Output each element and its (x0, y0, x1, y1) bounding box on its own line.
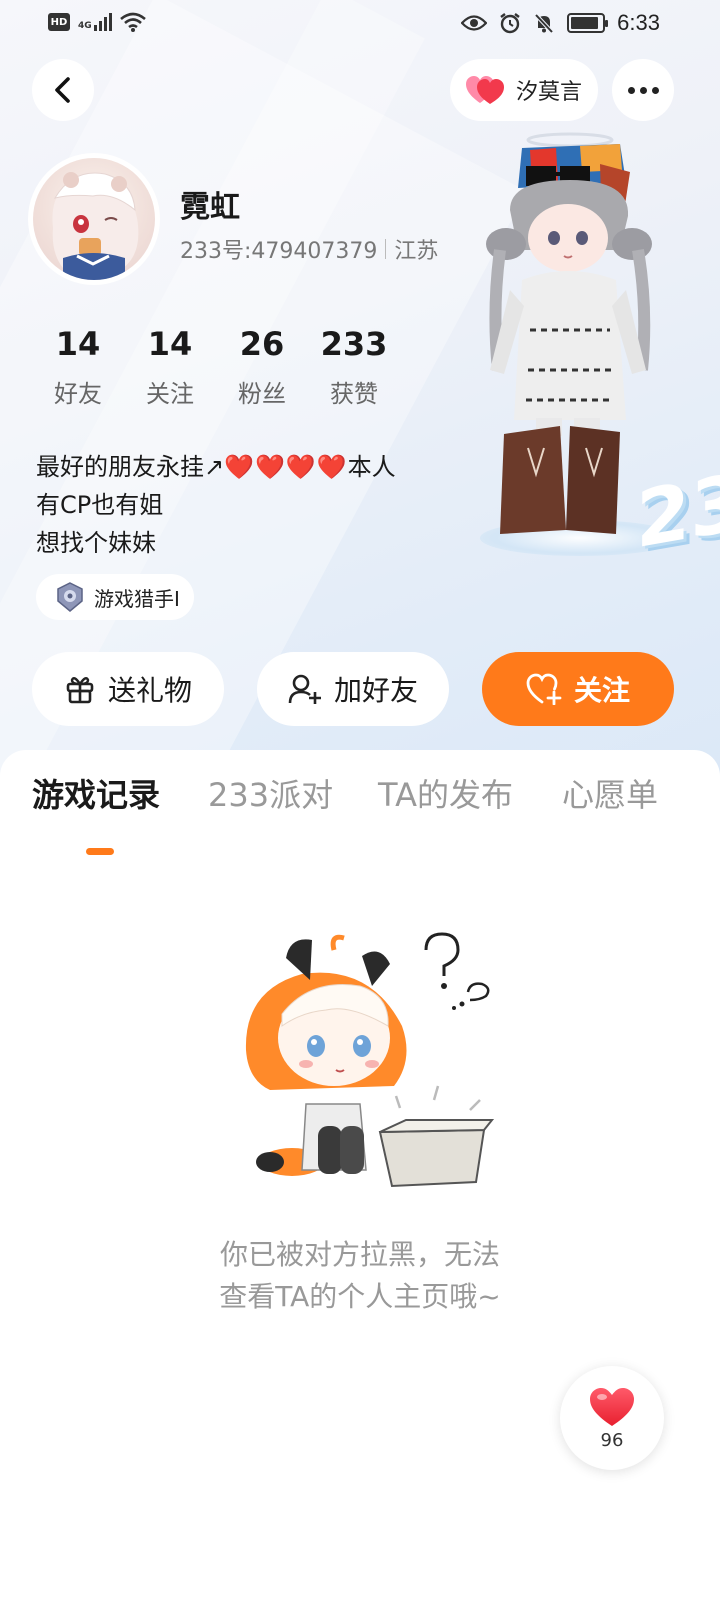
uid-row: 233号:479407379 江苏 (180, 233, 438, 265)
add-friend-button[interactable]: 加好友 (257, 652, 449, 726)
bio-line-2: 有CP也有姐 (36, 491, 164, 519)
battery-level (571, 17, 599, 29)
mute-bell-icon (534, 13, 554, 34)
stat-value: 26 (239, 325, 285, 363)
stat-value: 233 (320, 325, 388, 363)
eye-icon (461, 15, 488, 31)
heart-emojis: ❤️❤️❤️❤️ (224, 453, 348, 481)
more-button[interactable] (612, 59, 674, 121)
network-type: 4G (78, 21, 92, 31)
tab-233-party[interactable]: 233派对 (208, 770, 333, 816)
avatar[interactable] (28, 153, 160, 285)
more-dots-icon (627, 86, 635, 94)
bio-text: 本人 (347, 453, 396, 481)
stat-value: 14 (147, 325, 193, 363)
stat-label: 关注 (146, 380, 194, 408)
stat-friends[interactable]: 14 好友 (32, 322, 124, 409)
add-user-icon (288, 674, 321, 704)
gift-icon (66, 677, 94, 704)
heart-plus-icon (526, 673, 562, 705)
like-count: 96 (600, 1429, 624, 1451)
status-bar: HD 4G 6:33 (0, 0, 720, 48)
heart-icon (590, 1387, 634, 1426)
stat-likes[interactable]: 233 获赞 (308, 322, 400, 409)
stats-row: 14 好友 14 关注 26 粉丝 233 获赞 (32, 322, 400, 409)
hd-icon: HD (48, 13, 70, 31)
tab-bar: 游戏记录 233派对 TA的发布 心愿单 (0, 770, 720, 855)
stat-value: 14 (55, 325, 101, 363)
nickname: 霓虹 (180, 190, 240, 225)
stat-fans[interactable]: 26 粉丝 (216, 322, 308, 409)
signal-icon (93, 13, 112, 31)
avatar-image (33, 158, 155, 280)
bio: 最好的朋友永挂↗❤️❤️❤️❤️本人 有CP也有姐 想找个妹妹 (36, 448, 466, 562)
follow-button[interactable]: 关注 (482, 652, 674, 726)
like-floating-button[interactable]: 96 (560, 1366, 664, 1470)
stat-following[interactable]: 14 关注 (124, 322, 216, 409)
active-tab-indicator (86, 848, 114, 855)
chevron-left-icon (55, 77, 70, 103)
user-id[interactable]: 233号:479407379 (180, 233, 377, 265)
bio-text: 最好的朋友永挂↗ (36, 453, 225, 481)
empty-state-illustration (245, 932, 495, 1188)
hunter-badge-icon (57, 582, 83, 612)
title-badge-label: 游戏猎手I (94, 586, 180, 611)
alarm-icon (500, 13, 520, 34)
follow-label: 关注 (573, 674, 630, 707)
blocked-message: 你已被对方拉黑，无法 查看TA的个人主页哦~ (0, 1234, 720, 1318)
stat-label: 好友 (54, 380, 102, 408)
hearts-icon (466, 76, 504, 104)
title-badge[interactable]: 游戏猎手I (36, 574, 194, 620)
blocked-message-line-2: 查看TA的个人主页哦~ (219, 1280, 501, 1313)
bff-name: 汐莫言 (516, 80, 583, 105)
send-gift-button[interactable]: 送礼物 (32, 652, 224, 726)
bio-line-1: 最好的朋友永挂↗❤️❤️❤️❤️本人 (36, 448, 466, 486)
divider (385, 239, 387, 259)
send-gift-label: 送礼物 (107, 674, 192, 707)
tab-wishlist[interactable]: 心愿单 (562, 770, 658, 816)
stat-label: 获赞 (330, 380, 378, 408)
add-friend-label: 加好友 (333, 674, 418, 707)
tab-game-records[interactable]: 游戏记录 (32, 770, 160, 816)
3d-avatar-figure[interactable] (470, 130, 710, 570)
bff-pill[interactable]: 汐莫言 (450, 59, 598, 121)
back-button[interactable] (32, 59, 94, 121)
stat-label: 粉丝 (238, 380, 286, 408)
bio-line-3: 想找个妹妹 (36, 529, 156, 557)
wifi-icon (119, 12, 146, 32)
location: 江苏 (394, 239, 439, 264)
tab-posts[interactable]: TA的发布 (378, 770, 513, 816)
battery-icon (567, 13, 609, 33)
blocked-message-line-1: 你已被对方拉黑，无法 (219, 1238, 500, 1271)
content-sheet: 游戏记录 233派对 TA的发布 心愿单 你已被对方拉黑，无法 查看TA的个人主… (0, 750, 720, 1600)
clock: 6:33 (617, 10, 660, 35)
